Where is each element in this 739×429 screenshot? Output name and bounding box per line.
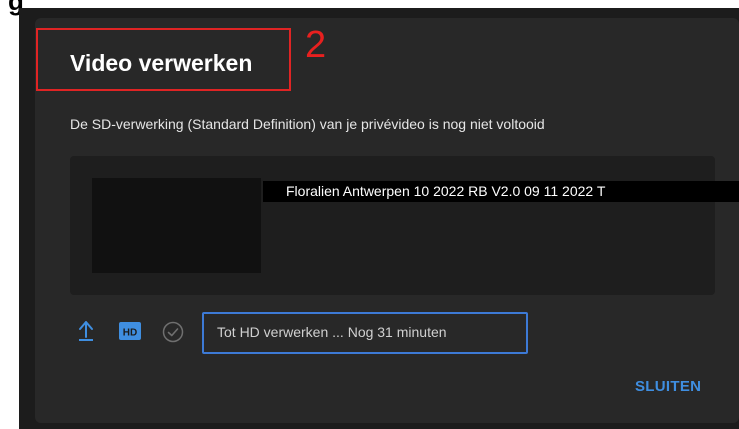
hd-badge-text: HD bbox=[123, 328, 137, 339]
video-thumbnail bbox=[92, 178, 261, 273]
screenshot-canvas: g Video verwerken 2 De SD-verwerking (St… bbox=[0, 0, 739, 429]
hd-badge-icon[interactable]: HD bbox=[118, 321, 142, 341]
processing-status-message: De SD-verwerking (Standard Definition) v… bbox=[70, 116, 545, 132]
step-annotation-number: 2 bbox=[305, 24, 327, 66]
close-button[interactable]: SLUITEN bbox=[635, 378, 701, 395]
check-circle-icon[interactable] bbox=[162, 321, 184, 343]
dialog-title: Video verwerken bbox=[70, 50, 253, 76]
video-filename: Floralien Antwerpen 10 2022 RB V2.0 09 1… bbox=[263, 181, 739, 202]
upload-arrow-icon[interactable] bbox=[78, 320, 94, 342]
hd-processing-status: Tot HD verwerken ... Nog 31 minuten bbox=[217, 324, 447, 340]
